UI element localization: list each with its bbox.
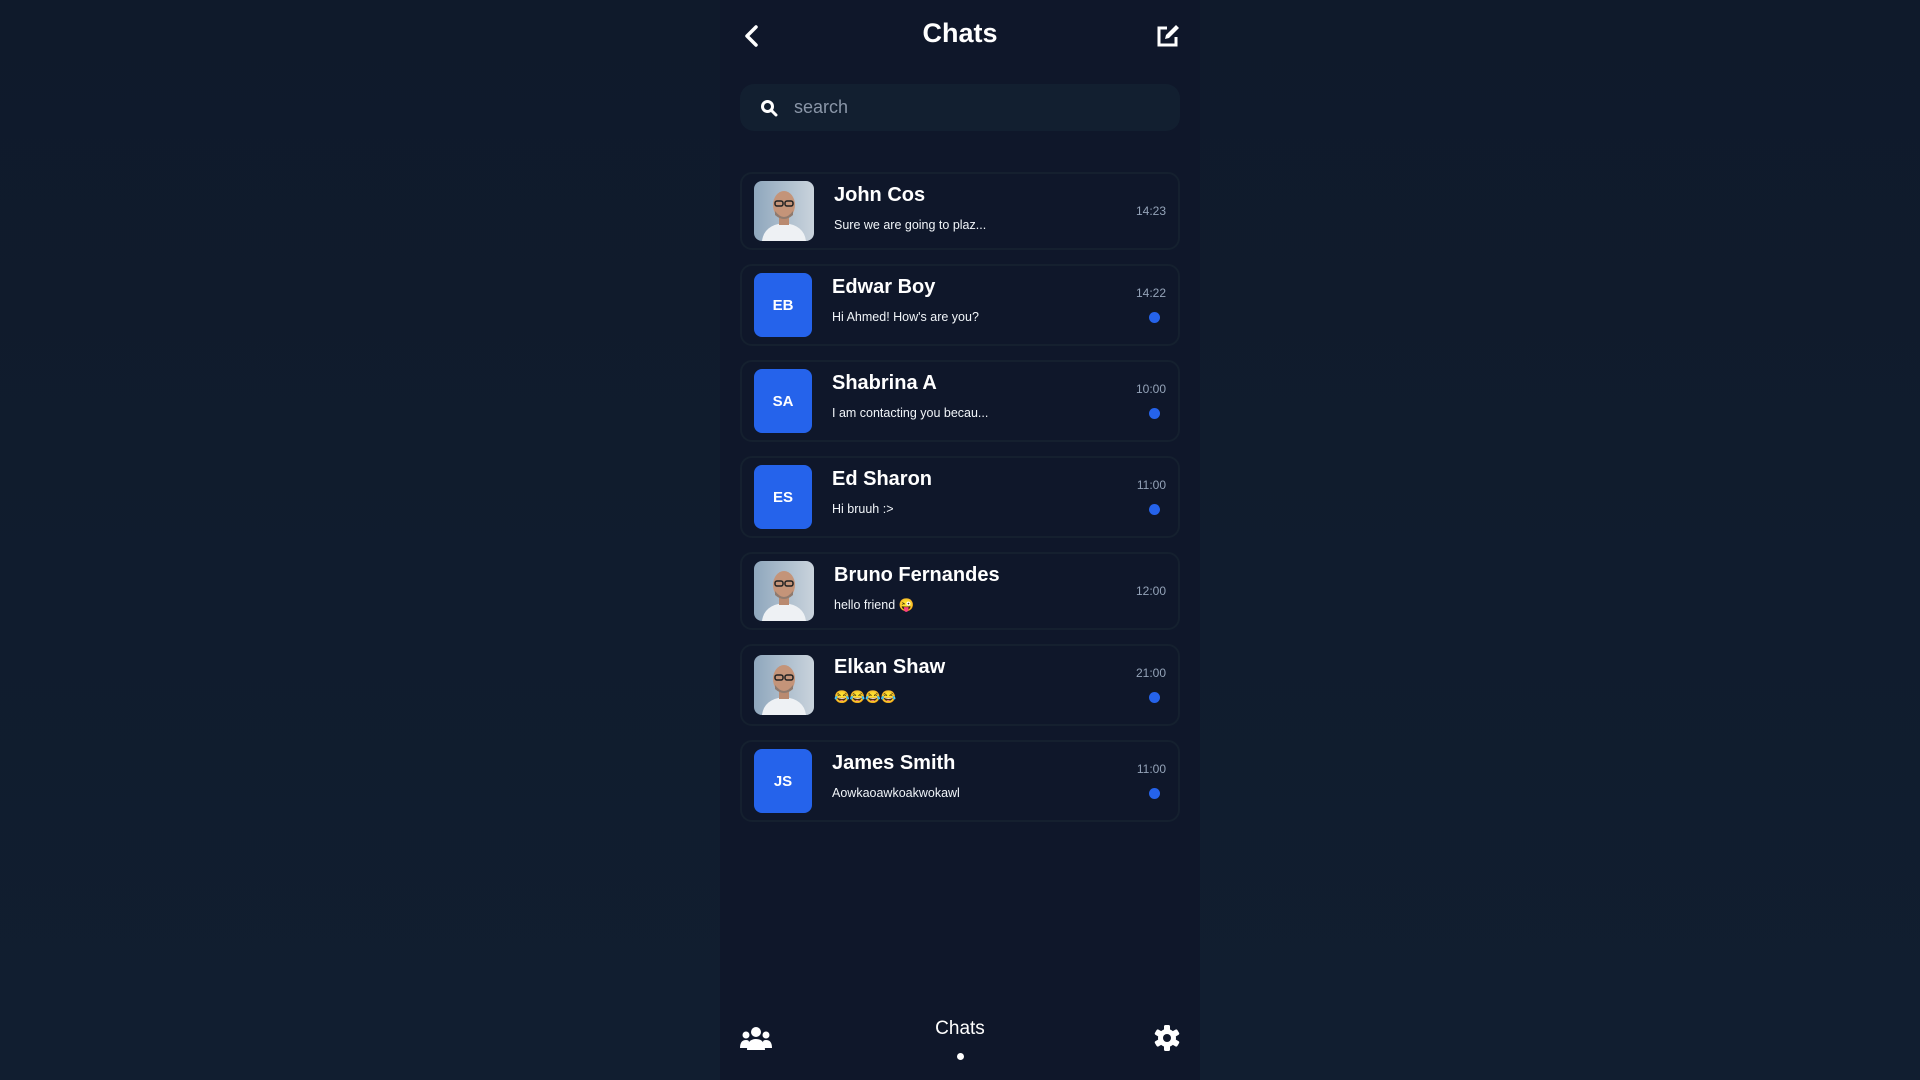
avatar xyxy=(754,655,814,715)
unread-indicator xyxy=(1149,408,1160,419)
unread-indicator xyxy=(1149,788,1160,799)
chat-name: Ed Sharon xyxy=(832,468,933,490)
chat-preview: 😂😂😂😂 xyxy=(834,690,897,704)
active-tab-indicator xyxy=(957,1053,964,1060)
edit-icon xyxy=(1157,25,1179,47)
avatar-photo xyxy=(754,655,814,715)
unread-indicator xyxy=(1149,692,1160,703)
chat-preview: Hi Ahmed! How's are you? xyxy=(832,310,979,324)
chat-item[interactable]: Bruno Fernandes hello friend 😜 12:00 xyxy=(740,552,1180,630)
avatar-photo xyxy=(754,561,814,621)
avatar xyxy=(754,561,814,621)
avatar-initials: ES xyxy=(754,465,812,529)
tab-chats[interactable]: Chats xyxy=(720,1018,1200,1040)
avatar xyxy=(754,181,814,241)
chat-time: 11:00 xyxy=(1136,478,1166,492)
search-icon xyxy=(761,99,778,116)
chat-time: 10:00 xyxy=(1135,382,1166,396)
chat-item[interactable]: John Cos Sure we are going to plaz... 14:2… xyxy=(740,172,1180,250)
chat-preview: Sure we are going to plaz... xyxy=(834,218,987,232)
chat-name: Shabrina A xyxy=(832,372,937,394)
settings-tab[interactable] xyxy=(1154,1025,1180,1051)
gear-icon xyxy=(1154,1025,1180,1051)
avatar-photo xyxy=(754,181,814,241)
compose-button[interactable] xyxy=(1154,22,1182,50)
unread-indicator xyxy=(1149,312,1160,323)
chat-name: Edwar Boy xyxy=(832,276,936,298)
chat-time: 12:00 xyxy=(1135,584,1166,598)
chat-item[interactable]: ES Ed Sharon Hi bruuh :> 11:00 xyxy=(740,456,1180,538)
unread-indicator xyxy=(1149,504,1160,515)
chat-name: Bruno Fernandes xyxy=(834,564,1000,586)
chat-time: 14:22 xyxy=(1135,286,1166,300)
search-bar xyxy=(740,84,1180,131)
avatar-initials: SA xyxy=(754,369,812,433)
chat-item[interactable]: EB Edwar Boy Hi Ahmed! How's are you? 14:22 xyxy=(740,264,1180,346)
chat-name: John Cos xyxy=(834,184,926,206)
chat-item[interactable]: Elkan Shaw 😂😂😂😂 21:00 xyxy=(740,644,1180,726)
chat-time: 11:00 xyxy=(1136,762,1166,776)
chat-time: 14:23 xyxy=(1135,204,1166,218)
chat-preview: I am contacting you becau... xyxy=(832,406,989,420)
chat-item[interactable]: SA Shabrina A I am contacting you becau...… xyxy=(740,360,1180,442)
search-input[interactable] xyxy=(792,96,1156,119)
chat-preview: Aowkaoawkoakwokawl xyxy=(832,786,960,800)
chat-list: John Cos Sure we are going to plaz... 14:2… xyxy=(740,172,1180,836)
chat-app: Chats John Cos Sure we are going to plaz.… xyxy=(720,0,1200,1080)
avatar-initials: JS xyxy=(754,749,812,813)
chat-time: 21:00 xyxy=(1135,666,1166,680)
chat-name: Elkan Shaw xyxy=(834,656,946,678)
chat-item[interactable]: JS James Smith Aowkaoawkoakwokawl 11:00 xyxy=(740,740,1180,822)
avatar-initials: EB xyxy=(754,273,812,337)
chat-name: James Smith xyxy=(832,752,956,774)
chat-preview: hello friend 😜 xyxy=(834,598,915,612)
page-title: Chats xyxy=(922,18,998,48)
chat-preview: Hi bruuh :> xyxy=(832,502,894,516)
